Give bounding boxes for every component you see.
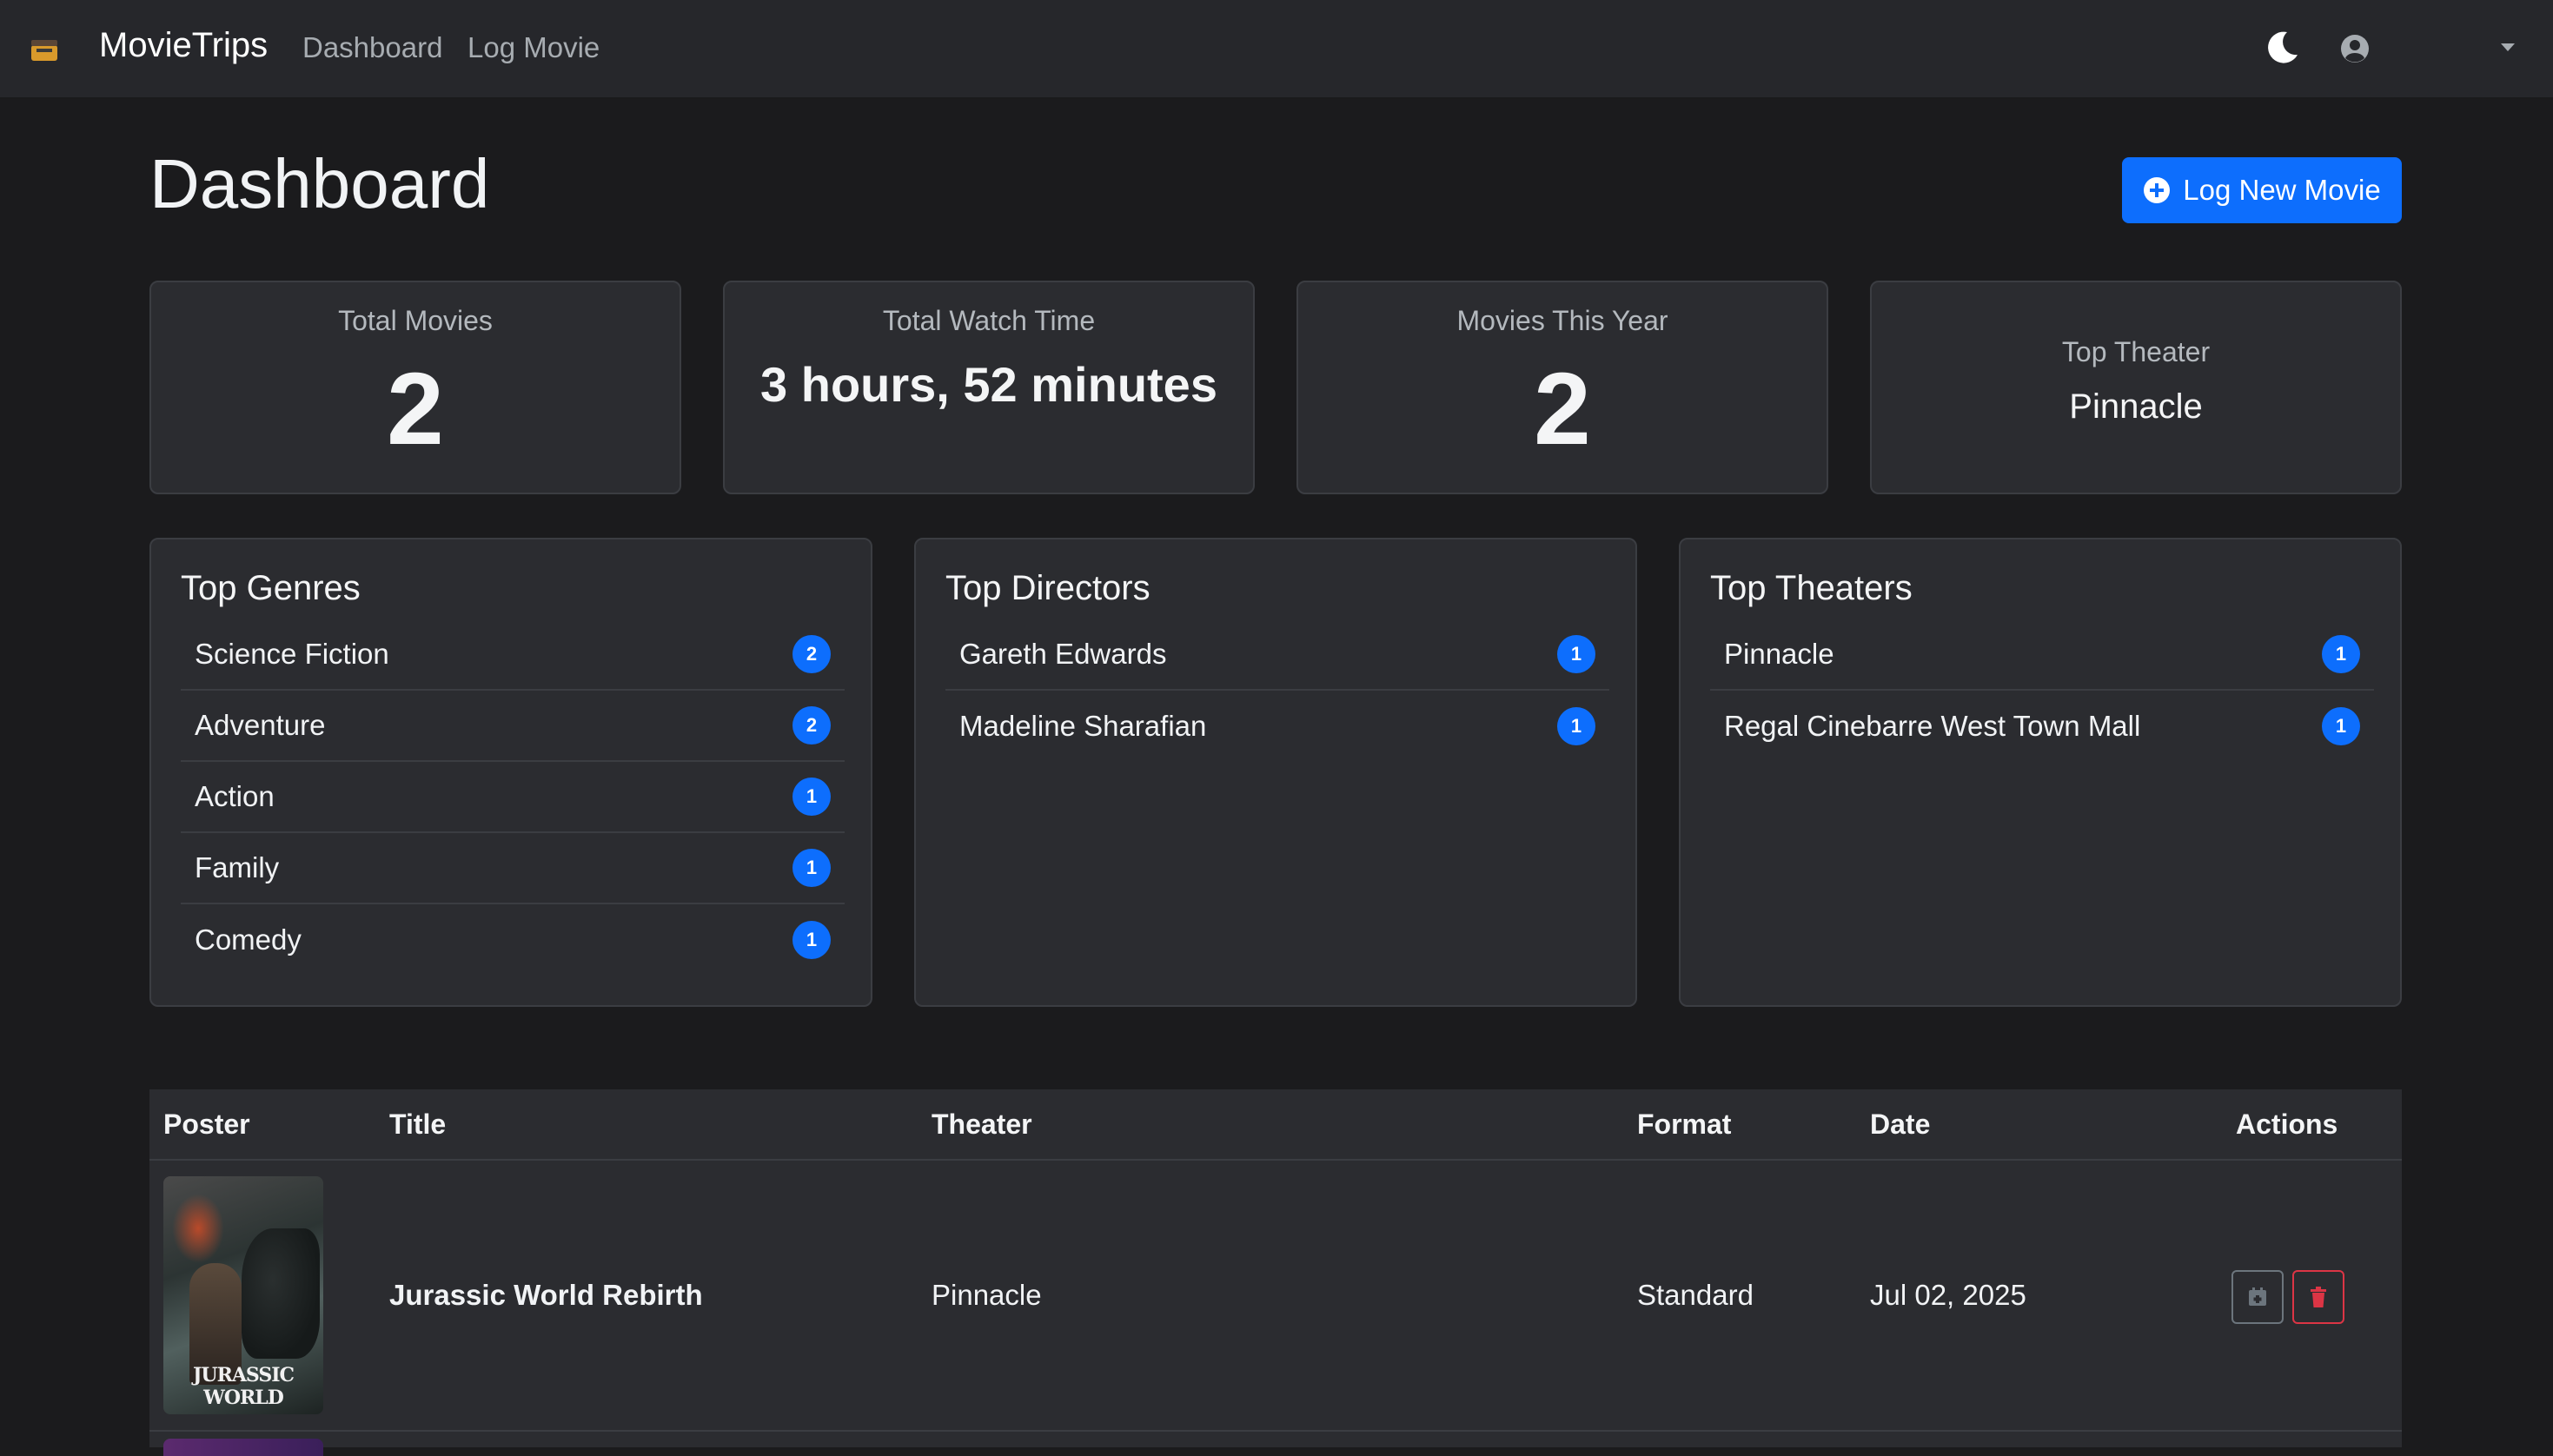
movie-date: Jul 02, 2025	[1870, 1279, 2026, 1311]
count-badge: 1	[1557, 635, 1595, 673]
column-header-theater: Theater	[932, 1109, 1032, 1140]
count-badge: 1	[1557, 707, 1595, 745]
poster-title-text: JURASSIC WORLD	[192, 1364, 295, 1409]
nav-link-log-movie[interactable]: Log Movie	[467, 31, 600, 64]
stat-value: 2	[1534, 352, 1591, 467]
list-item: Pinnacle 1	[1710, 619, 2374, 691]
moon-icon[interactable]	[2263, 29, 2301, 67]
movie-theater: Pinnacle	[932, 1279, 1042, 1311]
navbar: MovieTrips Dashboard Log Movie	[0, 0, 2553, 99]
count-badge: 2	[792, 635, 831, 673]
top-genres-card: Top Genres Science Fiction 2 Adventure 2 A…	[149, 538, 872, 1007]
clapperboard-icon[interactable]	[30, 36, 59, 63]
list-item: Comedy 1	[181, 904, 845, 976]
column-header-title: Title	[389, 1109, 447, 1140]
stat-label: Movies This Year	[1456, 305, 1668, 336]
card-title: Top Genres	[181, 569, 361, 607]
stat-label: Total Movies	[338, 305, 493, 336]
stat-label: Top Theater	[2061, 336, 2211, 367]
list-item-label: Adventure	[195, 709, 326, 741]
page-title: Dashboard	[149, 145, 490, 222]
list-item: Regal Cinebarre West Town Mall 1	[1710, 691, 2374, 762]
count-badge: 1	[792, 921, 831, 959]
card-title: Top Theaters	[1710, 569, 1913, 607]
top-directors-card: Top Directors Gareth Edwards 1 Madeline S…	[914, 538, 1637, 1007]
stat-card-total-movies: Total Movies 2	[149, 281, 681, 494]
edit-button[interactable]	[2231, 1270, 2284, 1324]
list-item: Action 1	[181, 762, 845, 833]
movie-format: Standard	[1637, 1279, 1754, 1311]
plus-circle-icon	[2144, 177, 2171, 203]
column-header-date: Date	[1870, 1109, 1931, 1140]
count-badge: 1	[792, 849, 831, 887]
column-header-poster: Poster	[163, 1109, 250, 1140]
delete-button[interactable]	[2292, 1270, 2344, 1324]
log-new-movie-label: Log New Movie	[2183, 174, 2381, 206]
list-item-label: Science Fiction	[195, 638, 389, 670]
stat-label: Total Watch Time	[882, 305, 1096, 336]
count-badge: 1	[2322, 707, 2360, 745]
user-circle-icon[interactable]	[2339, 33, 2371, 64]
count-badge: 1	[2322, 635, 2360, 673]
column-header-format: Format	[1637, 1109, 1732, 1140]
brand-name[interactable]: MovieTrips	[99, 26, 268, 65]
count-badge: 1	[792, 778, 831, 816]
list-item-label: Action	[195, 780, 275, 812]
table-header: Poster Title Theater Format Date Actions	[149, 1089, 2402, 1161]
list-item-label: Comedy	[195, 923, 302, 956]
list-item: Gareth Edwards 1	[945, 619, 1609, 691]
list-item: Family 1	[181, 833, 845, 904]
stat-card-top-theater: Top Theater Pinnacle	[1870, 281, 2402, 494]
chevron-down-icon[interactable]	[2501, 43, 2515, 51]
stat-card-total-watch-time: Total Watch Time 3 hours, 52 minutes	[723, 281, 1255, 494]
top-theaters-card: Top Theaters Pinnacle 1 Regal Cinebarre W…	[1679, 538, 2402, 1007]
list-item-label: Gareth Edwards	[959, 638, 1167, 670]
movie-poster[interactable]: JURASSIC WORLD	[163, 1176, 323, 1414]
log-new-movie-button[interactable]: Log New Movie	[2122, 157, 2402, 223]
movies-table: Poster Title Theater Format Date Actions…	[149, 1089, 2402, 1456]
list-item-label: Regal Cinebarre West Town Mall	[1724, 710, 2141, 742]
list-item-label: Family	[195, 851, 280, 884]
calendar-edit-icon	[2249, 1287, 2266, 1306]
list-item: Adventure 2	[181, 691, 845, 762]
next-row-poster	[163, 1439, 323, 1456]
column-header-actions: Actions	[2236, 1109, 2338, 1140]
stat-card-movies-this-year: Movies This Year 2	[1296, 281, 1828, 494]
stat-value: Pinnacle	[2069, 387, 2203, 426]
list-item: Madeline Sharafian 1	[945, 691, 1609, 762]
list-item: Science Fiction 2	[181, 619, 845, 691]
card-title: Top Directors	[945, 569, 1151, 607]
list-item-label: Madeline Sharafian	[959, 710, 1207, 742]
list-item-label: Pinnacle	[1724, 638, 1834, 670]
nav-link-dashboard[interactable]: Dashboard	[302, 31, 442, 64]
stat-value: 3 hours, 52 minutes	[760, 357, 1217, 412]
table-row: JURASSIC WORLD Jurassic World Rebirth Pi…	[149, 1162, 2402, 1432]
trash-icon	[2311, 1287, 2326, 1307]
movie-title: Jurassic World Rebirth	[389, 1279, 703, 1311]
count-badge: 2	[792, 706, 831, 745]
stat-value: 2	[387, 352, 444, 467]
